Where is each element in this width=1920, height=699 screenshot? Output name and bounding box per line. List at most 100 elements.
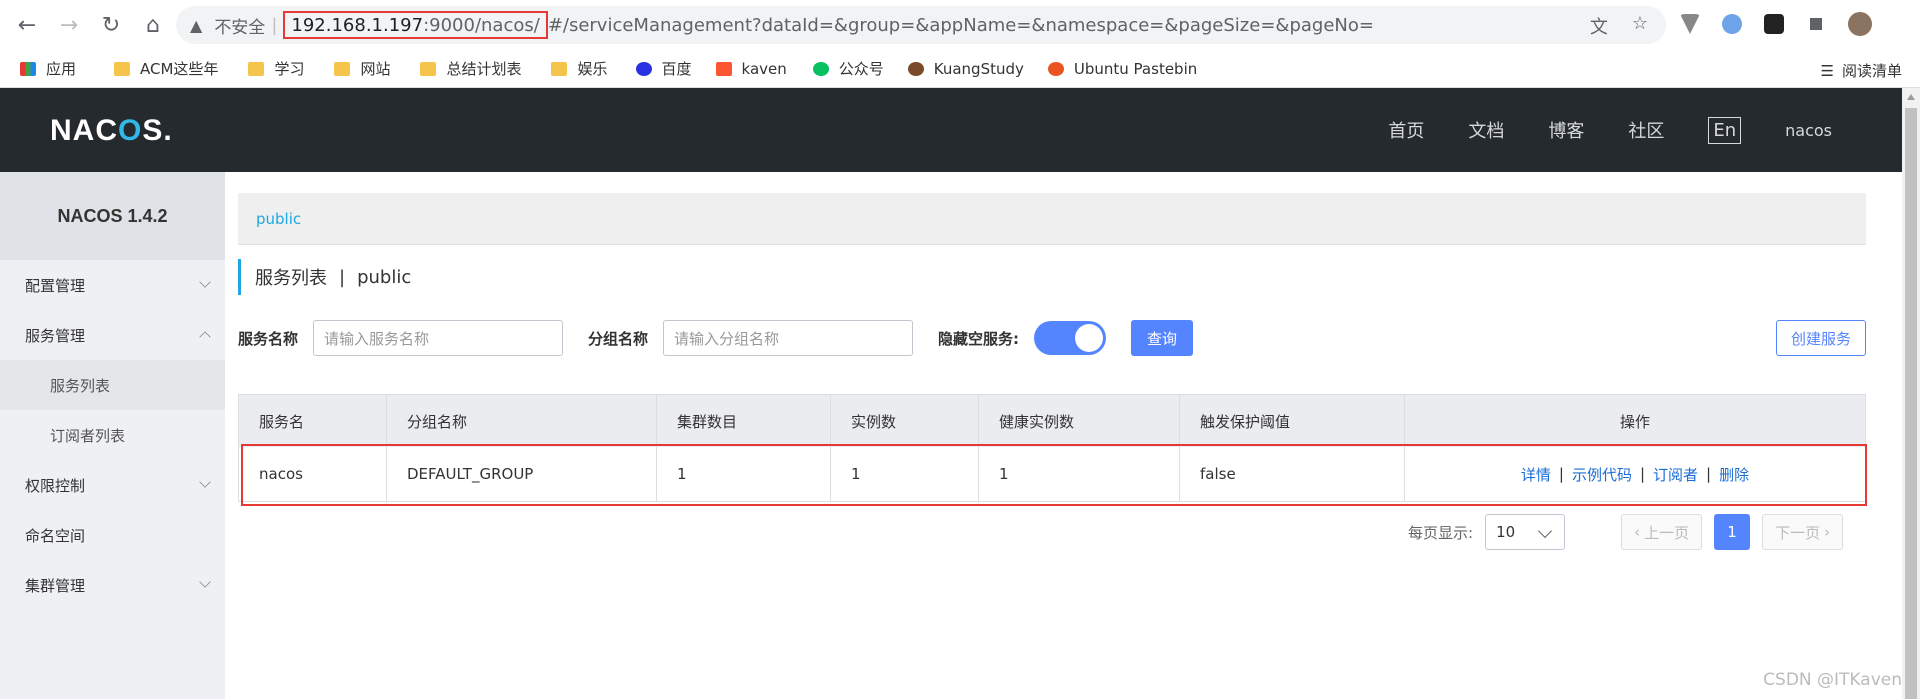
page-title-separator: |	[339, 266, 346, 288]
page-number-current[interactable]: 1	[1714, 514, 1751, 550]
bookmark-plan[interactable]: 总结计划表	[420, 58, 521, 79]
bookmark-star-icon[interactable]: ☆	[1632, 13, 1648, 39]
col-actions: 操作	[1619, 412, 1650, 431]
sidebar-item-auth[interactable]: 权限控制	[0, 460, 225, 510]
bookmark-label: KuangStudy	[933, 59, 1024, 78]
bookmark-label: 学习	[274, 60, 305, 78]
bookmark-kuangstudy[interactable]: KuangStudy	[907, 59, 1024, 78]
page-title-namespace: public	[357, 266, 412, 288]
bookmark-acm[interactable]: ACM这些年	[114, 58, 218, 79]
forward-icon[interactable]: →	[48, 4, 90, 46]
bookmark-label: ACM这些年	[140, 60, 219, 78]
query-button[interactable]: 查询	[1131, 320, 1194, 356]
namespace-tab-public[interactable]: public	[256, 210, 301, 228]
apps-grid-icon	[20, 61, 36, 76]
sidebar-item-config[interactable]: 配置管理	[0, 260, 225, 310]
baidu-paw-icon	[635, 61, 652, 76]
address-bar[interactable]: ▲ 不安全 | 192.168.1.197:9000/nacos/ #/serv…	[176, 6, 1666, 44]
home-icon[interactable]: ⌂	[132, 4, 174, 46]
sidebar-item-subscribers[interactable]: 订阅者列表	[0, 410, 225, 460]
reading-list-icon: ☰	[1820, 61, 1834, 80]
col-service-name: 服务名	[239, 395, 387, 447]
next-page-label: 下一页	[1775, 523, 1821, 542]
sidebar-item-label: 集群管理	[25, 576, 86, 595]
back-icon[interactable]: ←	[6, 4, 48, 46]
filter-bar: 服务名称 请输入服务名称 分组名称 请输入分组名称 隐藏空服务: 查询 创建服务	[238, 320, 1866, 356]
row-highlight-box	[241, 444, 1867, 506]
csdn-c-icon	[715, 61, 732, 76]
service-name-label: 服务名称	[238, 329, 299, 348]
language-switch[interactable]: En	[1708, 116, 1742, 144]
url-highlight-box: 192.168.1.197:9000/nacos/	[283, 11, 548, 39]
extension-icons	[1680, 12, 1872, 36]
translate-icon[interactable]: 文	[1590, 13, 1608, 39]
nav-community[interactable]: 社区	[1628, 117, 1664, 143]
sidebar-item-cluster[interactable]: 集群管理	[0, 560, 225, 610]
omnibox-icons: 文 ☆	[1590, 13, 1648, 39]
user-menu[interactable]: nacos	[1785, 121, 1832, 140]
page-scrollbar[interactable]	[1902, 88, 1920, 699]
sidebar-item-services[interactable]: 服务管理	[0, 310, 225, 360]
extensions-puzzle-icon[interactable]	[1810, 18, 1822, 30]
bookmark-kaven[interactable]: kaven	[715, 60, 787, 78]
hide-empty-label: 隐藏空服务:	[938, 329, 1020, 348]
prev-page-button[interactable]: ‹ 上一页	[1621, 514, 1703, 550]
extension-black-icon[interactable]	[1764, 14, 1784, 34]
chevron-down-icon	[199, 476, 211, 488]
per-page-value: 10	[1496, 523, 1516, 541]
csdn-watermark: CSDN @ITKaven	[1763, 670, 1902, 690]
bookmark-ubuntu-pastebin[interactable]: Ubuntu Pastebin	[1047, 59, 1198, 78]
logo-text-pre: NAC	[50, 114, 118, 147]
logo-text-post: S.	[142, 114, 173, 147]
browser-toolbar: ← → ↻ ⌂ ▲ 不安全 | 192.168.1.197:9000/nacos…	[0, 0, 1920, 50]
extension-blue-icon[interactable]	[1722, 14, 1742, 34]
service-name-input[interactable]: 请输入服务名称	[313, 320, 564, 356]
omnibox-separator: |	[271, 14, 278, 36]
profile-avatar[interactable]	[1848, 12, 1872, 36]
table-header: 服务名 分组名称 集群数目 实例数 健康实例数 触发保护阈值 操作	[239, 395, 1865, 447]
bookmark-apps[interactable]: 应用	[20, 58, 76, 79]
scrollbar-thumb[interactable]	[1905, 108, 1917, 699]
nav-home[interactable]: 首页	[1388, 117, 1424, 143]
bookmark-label: 公众号	[838, 60, 884, 78]
nacos-logo[interactable]: NACOS.	[50, 114, 173, 148]
hide-empty-toggle[interactable]	[1034, 321, 1107, 355]
scroll-up-arrow-icon[interactable]	[1907, 94, 1915, 100]
sidebar-item-service-list[interactable]: 服务列表	[0, 360, 225, 410]
logo-text-o: O	[118, 114, 143, 147]
vue-devtools-icon[interactable]	[1680, 14, 1700, 34]
folder-icon	[114, 61, 131, 76]
next-page-button[interactable]: 下一页 ›	[1762, 514, 1844, 550]
page-title-text: 服务列表	[255, 268, 327, 289]
chevron-down-icon	[199, 576, 211, 588]
reload-icon[interactable]: ↻	[90, 4, 132, 46]
bookmark-study[interactable]: 学习	[248, 58, 304, 79]
bookmark-label: 总结计划表	[446, 60, 522, 78]
namespace-bar: public	[238, 193, 1866, 245]
folder-icon	[551, 61, 568, 76]
col-instance-count: 实例数	[831, 395, 979, 447]
nav-blog[interactable]: 博客	[1548, 117, 1584, 143]
wechat-mp-icon	[812, 61, 829, 76]
insecure-label[interactable]: 不安全	[214, 13, 265, 38]
per-page-select[interactable]: 10	[1485, 514, 1566, 550]
create-service-button[interactable]: 创建服务	[1775, 320, 1866, 356]
group-name-input[interactable]: 请输入分组名称	[663, 320, 914, 356]
bookmark-baidu[interactable]: 百度	[635, 58, 692, 79]
reading-list[interactable]: ☰ 阅读清单	[1821, 60, 1902, 81]
bookmark-wechat[interactable]: 公众号	[812, 58, 884, 79]
folder-icon	[248, 61, 265, 76]
bookmark-fun[interactable]: 娱乐	[551, 58, 608, 79]
chevron-down-icon	[199, 276, 211, 288]
bookmark-label: Ubuntu Pastebin	[1073, 59, 1198, 78]
bookmark-sites[interactable]: 网站	[334, 58, 390, 79]
toggle-knob	[1075, 324, 1104, 352]
folder-icon	[420, 61, 437, 76]
sidebar-item-namespace[interactable]: 命名空间	[0, 510, 225, 560]
col-healthy-count: 健康实例数	[979, 395, 1180, 447]
chevron-down-icon	[1537, 523, 1553, 539]
url-hash: #/serviceManagement?dataId=&group=&appNa…	[547, 14, 1374, 36]
prev-page-label: 上一页	[1644, 523, 1690, 542]
warning-icon[interactable]: ▲	[190, 16, 202, 35]
nav-docs[interactable]: 文档	[1468, 117, 1504, 143]
